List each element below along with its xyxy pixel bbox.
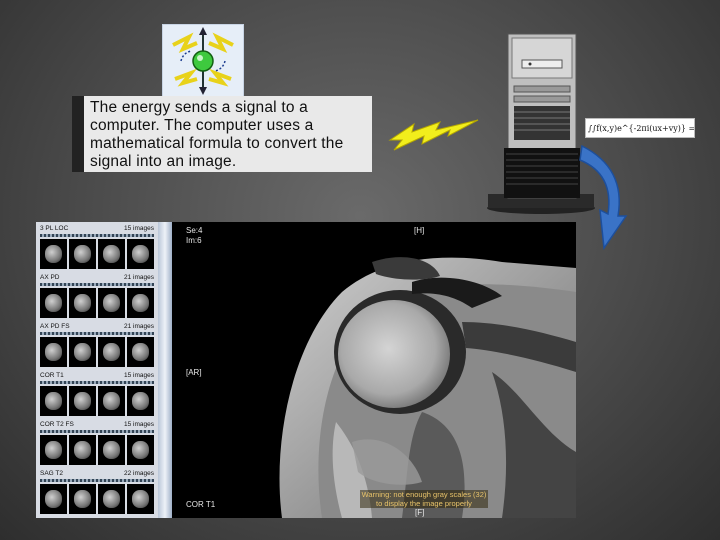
thumbnail[interactable] [127,239,154,269]
series-label: Se:4 [186,226,203,235]
thumbnail[interactable] [127,484,154,514]
series-item[interactable]: 3 PL LOC 15 images [38,224,156,272]
thumbnail[interactable] [127,435,154,465]
thumbnail[interactable] [98,288,125,318]
sequence-label: COR T1 [186,500,216,509]
caption-text: The energy sends a signal to a computer.… [72,96,372,172]
grayscale-warning: Warning: not enough gray scales (32) to … [360,490,488,508]
thumbnail[interactable] [69,337,96,367]
thumbnail[interactable] [69,484,96,514]
lightning-icon [388,119,479,151]
series-count: 22 images [124,470,154,477]
series-panel: 3 PL LOC 15 images AX PD 21 images AX PD F… [36,222,158,518]
series-name: COR T2 FS [40,421,74,428]
thumbnail[interactable] [40,288,67,318]
thumbnail[interactable] [40,484,67,514]
series-name: SAG T2 [40,470,64,477]
orientation-bottom: [F] [415,508,425,517]
thumbnail[interactable] [69,239,96,269]
series-item[interactable]: COR T2 FS 15 images [38,420,156,468]
thumbnail[interactable] [127,288,154,318]
thumbnail[interactable] [40,386,67,416]
thumbnail[interactable] [69,435,96,465]
thumbnail[interactable] [98,337,125,367]
curved-arrow-icon [579,144,628,251]
thumbnail[interactable] [69,288,96,318]
series-count: 15 images [124,372,154,379]
panel-splitter[interactable] [158,222,172,518]
shoulder-mri-image [279,257,576,518]
series-item[interactable]: AX PD 21 images [38,273,156,321]
series-name: COR T1 [40,372,64,379]
series-name: AX PD FS [40,323,70,330]
series-name: AX PD [40,274,60,281]
thumbnail[interactable] [69,386,96,416]
thumbnail[interactable] [98,435,125,465]
series-count: 21 images [124,323,154,330]
series-count: 21 images [124,274,154,281]
series-count: 15 images [124,225,154,232]
thumbnail[interactable] [98,239,125,269]
series-item[interactable]: AX PD FS 21 images [38,322,156,370]
series-item[interactable]: SAG T2 22 images [38,469,156,517]
thumbnail[interactable] [127,386,154,416]
formula-image: ∫∫f(x,y)e^{-2πi(ux+vy)} = Σ f(x,y) e^{-2… [585,118,695,138]
series-item[interactable]: COR T1 15 images [38,371,156,419]
thumbnail[interactable] [40,239,67,269]
orientation-top: [H] [414,226,425,235]
thumbnail[interactable] [127,337,154,367]
series-count: 15 images [124,421,154,428]
thumbnail[interactable] [40,435,67,465]
series-name: 3 PL LOC [40,225,69,232]
orientation-left: [AR] [186,368,202,377]
mri-scanner-icon [162,24,244,98]
image-label: Im:6 [186,236,202,245]
thumbnail[interactable] [98,386,125,416]
mri-image-viewport[interactable]: Se:4 Im:6 [H] [AR] COR T1 [F] Warning: n… [172,222,576,518]
thumbnail[interactable] [98,484,125,514]
dicom-viewer-screenshot: 3 PL LOC 15 images AX PD 21 images AX PD F… [36,222,576,518]
thumbnail[interactable] [40,337,67,367]
